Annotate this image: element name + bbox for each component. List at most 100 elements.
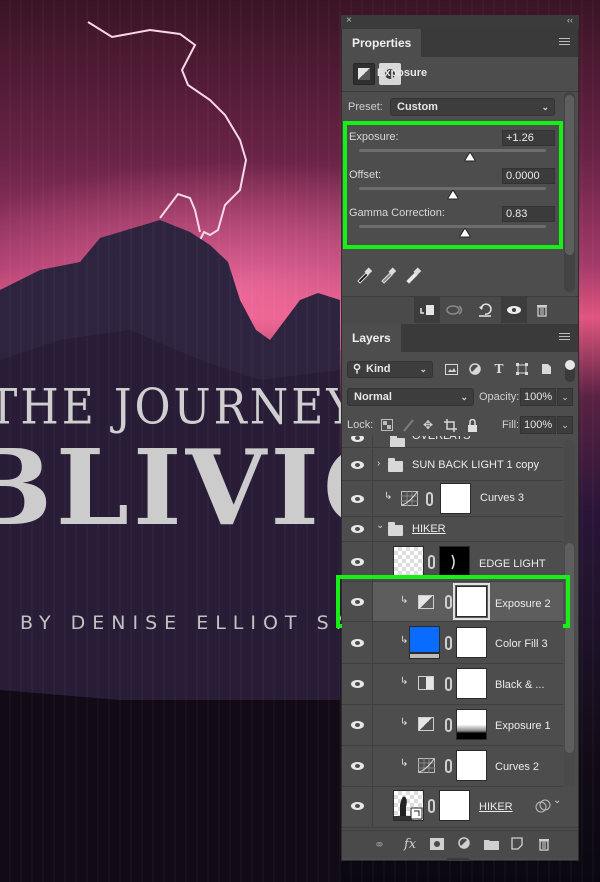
filter-pixel-layers-icon[interactable] — [444, 362, 458, 376]
view-previous-state-button[interactable] — [442, 297, 468, 323]
visibility-cell[interactable] — [342, 436, 373, 447]
blend-mode-dropdown[interactable]: Normal ⌄ — [347, 388, 474, 406]
black-point-eyedropper-icon[interactable] — [355, 266, 373, 284]
panel-menu-icon[interactable] — [559, 38, 570, 47]
layer-mask-thumbnail[interactable] — [456, 709, 487, 740]
tab-properties[interactable]: Properties — [342, 29, 422, 57]
link-icon[interactable] — [445, 636, 452, 650]
gamma-slider-thumb[interactable] — [459, 228, 471, 238]
lock-all-icon[interactable] — [465, 418, 479, 432]
eye-icon[interactable] — [351, 802, 364, 810]
eye-icon[interactable] — [351, 558, 364, 566]
new-fill-adjustment-icon[interactable] — [458, 837, 472, 851]
eye-icon[interactable] — [351, 721, 364, 729]
lock-position-icon[interactable]: ✥ — [421, 418, 435, 432]
close-icon[interactable]: × — [346, 15, 352, 26]
eye-icon[interactable] — [351, 495, 364, 503]
filter-smart-objects-icon[interactable] — [539, 362, 553, 376]
fill-dropdown-button[interactable]: ⌄ — [557, 416, 573, 434]
visibility-cell[interactable] — [342, 787, 373, 827]
filter-shape-layers-icon[interactable] — [515, 362, 529, 376]
offset-slider-thumb[interactable] — [447, 190, 459, 200]
new-group-icon[interactable] — [484, 838, 499, 850]
white-point-eyedropper-icon[interactable] — [404, 266, 422, 284]
expand-arrow-icon[interactable]: › — [377, 458, 380, 469]
link-icon[interactable] — [445, 677, 452, 691]
eye-icon[interactable] — [351, 639, 364, 647]
lock-image-pixels-icon[interactable] — [401, 418, 415, 432]
prevent-auto-nesting-icon[interactable] — [443, 418, 457, 432]
add-mask-icon[interactable] — [430, 838, 444, 850]
properties-scrollbar-thumb[interactable] — [565, 95, 574, 255]
visibility-cell[interactable] — [342, 622, 373, 663]
gamma-slider-track[interactable] — [359, 225, 546, 228]
layer-mask-thumbnail[interactable] — [440, 483, 471, 514]
layer-row[interactable]: ↳ Curves 2 — [342, 746, 563, 787]
link-icon[interactable] — [426, 492, 433, 506]
visibility-cell[interactable] — [342, 517, 373, 541]
link-icon[interactable] — [428, 799, 435, 813]
lock-transparent-pixels-icon[interactable] — [380, 418, 394, 432]
link-icon[interactable] — [428, 555, 435, 569]
eye-icon[interactable] — [351, 525, 364, 533]
trash-icon[interactable] — [538, 837, 550, 851]
visibility-cell[interactable] — [342, 664, 373, 704]
link-icon[interactable] — [445, 759, 452, 773]
link-icon[interactable] — [445, 718, 452, 732]
tab-layers[interactable]: Layers — [342, 324, 401, 352]
filter-adjustment-layers-icon[interactable] — [468, 362, 482, 376]
exposure-value-input[interactable]: +1.26 — [502, 130, 555, 146]
gamma-correction-value-input[interactable]: 0.83 — [502, 206, 555, 222]
filter-type-layers-icon[interactable]: T — [492, 362, 506, 376]
eye-icon[interactable] — [351, 680, 364, 688]
collapse-arrow-icon[interactable]: ⌄ — [376, 520, 384, 531]
layer-mask-thumbnail[interactable] — [456, 627, 487, 658]
layer-row[interactable]: HIKER ⌄ — [342, 787, 578, 828]
visibility-cell[interactable] — [342, 746, 373, 786]
layer-mask-thumbnail[interactable] — [456, 750, 487, 781]
visibility-cell[interactable] — [342, 449, 373, 480]
properties-scrollbar[interactable] — [564, 92, 575, 292]
layers-scrollbar[interactable] — [564, 440, 575, 828]
new-layer-icon[interactable] — [511, 837, 523, 850]
gray-point-eyedropper-icon[interactable] — [379, 266, 397, 284]
layer-row[interactable]: ↳ Exposure 1 — [342, 705, 563, 746]
color-fill-thumbnail[interactable] — [409, 626, 440, 653]
visibility-cell[interactable] — [342, 481, 373, 516]
layer-filter-dropdown[interactable]: ⚲ Kind ⌄ — [347, 361, 433, 378]
layer-row[interactable]: › SUN BACK LIGHT 1 copy — [342, 449, 563, 481]
chevron-down-icon[interactable]: ⌄ — [553, 795, 561, 806]
visibility-cell[interactable] — [342, 705, 373, 745]
exposure-slider-track[interactable] — [359, 149, 546, 152]
eye-icon[interactable] — [351, 461, 364, 469]
collapse-icon[interactable]: ‹‹ — [567, 15, 573, 25]
layer-mask-thumbnail[interactable] — [439, 790, 470, 821]
layer-mask-thumbnail[interactable] — [456, 668, 487, 699]
exposure-slider-thumb[interactable] — [464, 152, 476, 162]
delete-adjustment-button[interactable] — [529, 297, 555, 323]
toggle-visibility-button[interactable] — [501, 297, 527, 323]
clip-to-layer-button[interactable] — [414, 297, 440, 323]
fx-icon[interactable]: fx — [404, 837, 416, 852]
layer-effects-icon[interactable] — [535, 799, 551, 813]
fill-input[interactable]: 100% — [520, 416, 556, 434]
link-layers-icon[interactable]: ⚭ — [374, 837, 385, 853]
layer-row[interactable]: OVERLAYS — [342, 436, 563, 448]
layer-row[interactable]: ⌄ HIKER — [342, 517, 563, 542]
offset-value-input[interactable]: 0.0000 — [502, 168, 555, 184]
layer-thumbnail[interactable] — [393, 546, 424, 577]
preset-dropdown[interactable]: Custom ⌄ — [390, 98, 555, 116]
smart-object-thumbnail[interactable] — [393, 790, 424, 821]
opacity-dropdown-button[interactable]: ⌄ — [557, 388, 573, 406]
exposure-adjustment-icon[interactable] — [353, 63, 375, 85]
layers-menu-icon[interactable] — [559, 333, 570, 342]
layer-row[interactable]: ↳ Curves 3 — [342, 481, 563, 517]
layer-row[interactable]: ↳ Black & ... — [342, 664, 563, 705]
eye-icon[interactable] — [351, 762, 364, 770]
opacity-input[interactable]: 100% — [520, 388, 556, 406]
panel-resize-grip[interactable] — [447, 858, 469, 861]
filter-toggle-switch[interactable] — [565, 360, 575, 382]
eye-icon[interactable] — [351, 436, 364, 442]
layer-mask-thumbnail[interactable] — [439, 546, 470, 577]
reset-button[interactable] — [472, 297, 498, 323]
